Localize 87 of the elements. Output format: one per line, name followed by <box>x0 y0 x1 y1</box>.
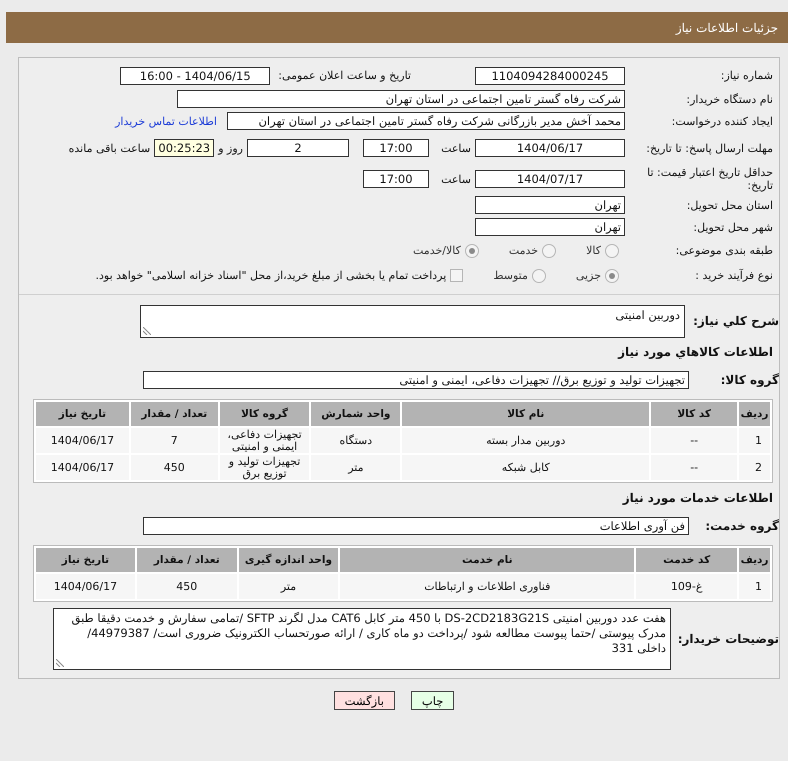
input-field[interactable]: تهران <box>475 196 625 214</box>
field-label: گروه خدمت: <box>704 520 779 532</box>
back-button[interactable]: بازگشت <box>334 691 395 710</box>
radio-button[interactable] <box>542 244 556 258</box>
radio-button[interactable] <box>605 268 619 282</box>
resize-grip-icon <box>56 659 64 667</box>
notes-field[interactable]: هفت عدد دوربین امنیتی DS-2CD2183G21S با 450 متر کابل CAT6 مدل لگرند SFTP /تمامی سفارش و خدمت دقیقا طبق مدرک پیوستی /حتما پیوست مطالعه شود /پرداخت دو ماه کاری / ارائه صورتحساب الکترونیک ضروری است/ 44979387/ داخلی 331 <box>53 608 671 670</box>
resize-grip-icon <box>143 326 151 334</box>
column-header: ردیف <box>739 548 770 572</box>
option-label: کالا <box>586 244 601 257</box>
section-heading: اطلاعات کالاهاي مورد نیاز <box>616 345 773 359</box>
column-header: تعداد / مقدار <box>136 548 237 572</box>
radio-button[interactable] <box>605 244 619 258</box>
time-label: ساعت <box>440 172 471 186</box>
page-title: جزئیات اطلاعات نیاز <box>676 20 778 34</box>
field-label: ایجاد کننده درخواست: <box>670 114 773 128</box>
section-heading: اطلاعات خدمات مورد نیاز <box>621 491 773 505</box>
column-header: تعداد / مقدار <box>130 402 218 426</box>
option-label: کالا/خدمت <box>413 244 461 257</box>
input-field[interactable]: 1104094284000245 <box>475 66 625 84</box>
column-header: کد خدمت <box>636 548 738 572</box>
input-field[interactable]: 00:25:23 <box>154 139 214 157</box>
checkbox[interactable] <box>450 269 464 282</box>
column-header: تاریخ نیاز <box>36 402 129 426</box>
field-label: استان محل تحویل: <box>686 198 773 212</box>
input-field[interactable]: 17:00 <box>363 170 429 188</box>
column-header: ردیف <box>739 402 770 426</box>
days-label: روز و <box>218 142 243 154</box>
column-header: نام خدمت <box>340 548 634 572</box>
table-cell: دستگاه <box>311 428 400 453</box>
input-field[interactable]: محمد آخش مدیر بازرگانی شرکت رفاه گستر تامین اجتماعی در استان تهران <box>227 112 625 130</box>
table-cell: فناوری اطلاعات و ارتباطات <box>340 574 634 599</box>
field-label: نام دستگاه خریدار: <box>685 92 773 106</box>
field-label: شماره نیاز: <box>720 69 773 82</box>
table-cell: متر <box>311 455 400 480</box>
table-cell: دوربین مدار بسته <box>402 428 650 453</box>
table-cell: 1404/06/17 <box>36 455 129 480</box>
table-cell: 1404/06/17 <box>36 574 135 599</box>
table-cell: غ-109 <box>636 574 738 599</box>
contact-link[interactable]: اطلاعات تماس خریدار <box>115 114 217 128</box>
table-cell: 2 <box>739 455 770 480</box>
print-button[interactable]: چاپ <box>410 691 454 710</box>
field-label: نوع فرآیند خرید : <box>694 269 773 282</box>
table-cell: 450 <box>136 574 237 599</box>
column-header: واحد اندازه گیری <box>238 548 338 572</box>
radio-button[interactable] <box>464 244 479 258</box>
column-header: گروه کالا <box>220 402 310 426</box>
input-field[interactable]: 1404/06/15 - 16:00 <box>120 66 270 84</box>
option-label: خدمت <box>508 244 538 257</box>
field-label: شرح کلي نیاز: <box>692 314 779 328</box>
table-cell: تجهیزات دفاعی، ایمنی و امنیتی <box>220 428 310 453</box>
input-field[interactable]: فن آوری اطلاعات <box>143 517 689 535</box>
input-field[interactable]: شرکت رفاه گستر تامین اجتماعی در استان تهران <box>177 90 625 108</box>
field-label: شهر محل تحویل: <box>692 220 773 234</box>
table-cell: 1404/06/17 <box>36 428 129 453</box>
input-field[interactable]: 1404/06/17 <box>475 139 625 157</box>
table-cell: -- <box>651 428 738 453</box>
input-field[interactable]: 1404/07/17 <box>475 170 625 188</box>
input-field[interactable]: 17:00 <box>363 139 429 157</box>
remaining-label: ساعت باقی مانده <box>68 142 150 154</box>
input-field[interactable]: تجهیزات تولید و توزیع برق// تجهیزات دفاعی، ایمنی و امنیتی <box>143 371 689 389</box>
table-cell: متر <box>238 574 338 599</box>
field-label: توضیحات خریدار: <box>676 632 779 646</box>
input-field[interactable]: 2 <box>247 139 349 157</box>
checkbox-label: پرداخت تمام یا بخشی از مبلغ خرید،از محل "اسناد خزانه اسلامی" خواهد بود. <box>96 269 446 282</box>
time-label: ساعت <box>440 142 471 154</box>
field-label: طبقه بندی موضوعی: <box>674 244 773 257</box>
table-cell: 1 <box>739 574 770 599</box>
table-cell: کابل شبکه <box>402 455 650 480</box>
input-field[interactable]: تهران <box>475 218 625 236</box>
table-cell: تجهیزات تولید و توزیع برق <box>220 455 310 480</box>
field-label: مهلت ارسال پاسخ: تا تاریخ: <box>645 142 773 154</box>
column-header: واحد شمارش <box>311 402 400 426</box>
table-cell: -- <box>651 455 738 480</box>
column-header: کد کالا <box>651 402 738 426</box>
field-label: تاریخ و ساعت اعلان عمومی: <box>278 69 411 82</box>
field-label: گروه کالا: <box>720 374 779 386</box>
table-cell: 7 <box>130 428 218 453</box>
table-cell: 450 <box>130 455 218 480</box>
option-label: جزیی <box>576 269 601 282</box>
option-label: متوسط <box>493 269 528 282</box>
table-cell: 1 <box>739 428 770 453</box>
column-header: تاریخ نیاز <box>36 548 135 572</box>
field-label: حداقل تاریخ اعتبار قیمت: تا تاریخ: <box>646 166 773 192</box>
description-field[interactable]: دوربین امنیتی <box>140 304 685 338</box>
radio-button[interactable] <box>532 268 546 282</box>
column-header: نام کالا <box>402 402 650 426</box>
